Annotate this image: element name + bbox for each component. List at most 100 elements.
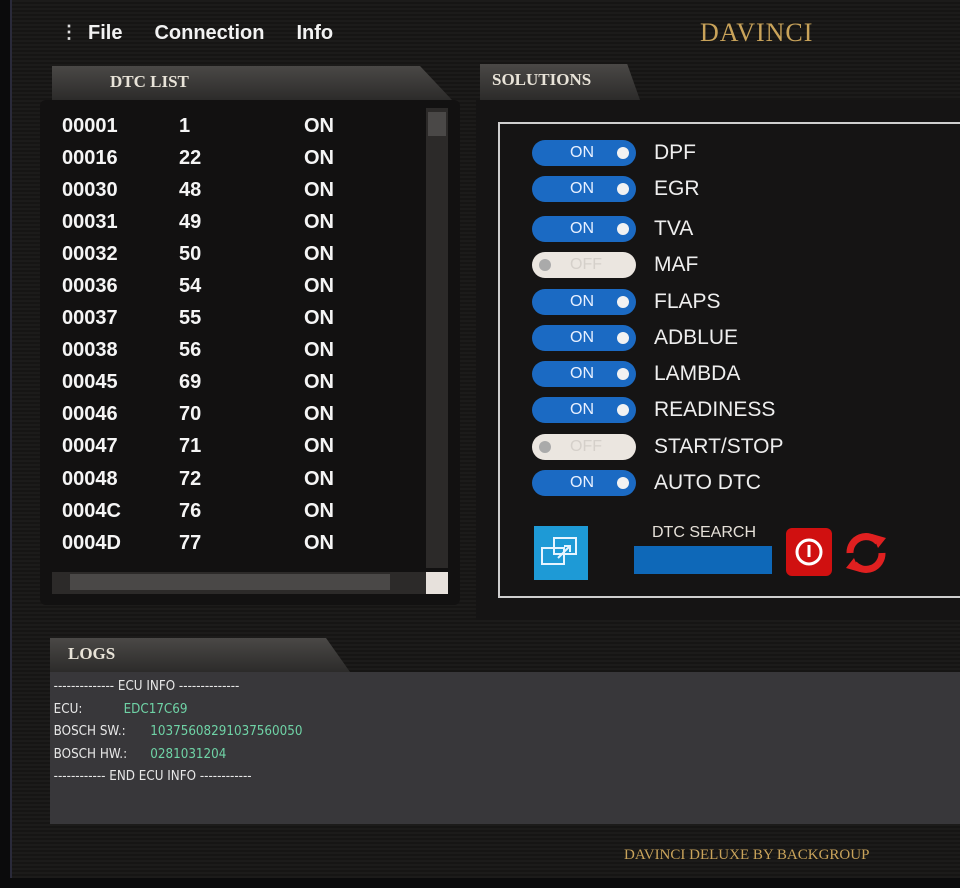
dtc-row[interactable]: 00016 22 ON [54, 142, 426, 174]
scroll-thumb[interactable] [70, 574, 390, 590]
menu-connection[interactable]: Connection [154, 22, 264, 45]
solution-label: AUTO DTC [654, 471, 761, 494]
dtc-number: 71 [179, 435, 202, 458]
solution-label: DPF [654, 141, 696, 164]
dtc-state: ON [304, 114, 334, 137]
dtc-code: 0004D [62, 531, 121, 554]
solution-toggle[interactable]: ON [532, 216, 636, 242]
log-footer: ------------ END ECU INFO ------------ [53, 769, 252, 784]
solution-toggle[interactable]: OFF [532, 434, 636, 460]
dtc-state: ON [304, 210, 334, 233]
solutions-header: SOLUTIONS [480, 64, 640, 100]
solution-toggle[interactable]: ON [532, 140, 636, 166]
solution-toggle[interactable]: OFF [532, 252, 636, 278]
dtc-code: 00036 [62, 275, 118, 298]
dtc-row[interactable]: 00038 56 ON [54, 335, 426, 367]
dtc-state: ON [304, 307, 334, 330]
solution-toggle[interactable]: ON [532, 289, 636, 315]
dtc-row[interactable]: 00031 49 ON [54, 206, 426, 238]
dtc-row[interactable]: 00030 48 ON [54, 174, 426, 206]
dtc-row[interactable]: 0004D 77 ON [54, 527, 426, 559]
dtc-row[interactable]: 0004C 76 ON [54, 495, 426, 527]
menu-dots-icon[interactable]: ⋮ [60, 22, 78, 45]
dtc-row[interactable]: 00048 72 ON [54, 463, 426, 495]
dtc-state: ON [304, 531, 334, 554]
dtc-code: 00001 [62, 114, 118, 137]
dtc-code: 0004C [62, 499, 121, 522]
solution-item: ON EGR [532, 176, 700, 202]
scroll-corner [426, 572, 448, 594]
power-button[interactable] [786, 528, 832, 576]
solution-item: ON TVA [532, 216, 693, 242]
hw-label: BOSCH HW.: [53, 746, 128, 762]
dtc-state: ON [304, 403, 334, 426]
solution-item: ON DPF [532, 140, 696, 166]
menu-info[interactable]: Info [296, 22, 333, 45]
solution-item: ON FLAPS [532, 289, 721, 315]
dtc-row[interactable]: 00046 70 ON [54, 399, 426, 431]
dtc-row[interactable]: 00036 54 ON [54, 270, 426, 302]
window-restore-icon [541, 537, 577, 565]
solution-item: ON AUTO DTC [532, 470, 761, 496]
dtc-number: 69 [179, 371, 202, 394]
dtc-row[interactable]: 00037 55 ON [54, 303, 426, 335]
dtc-number: 72 [179, 467, 202, 490]
dtc-state: ON [304, 275, 334, 298]
dtc-state: ON [304, 467, 334, 490]
dtc-number: 56 [179, 339, 202, 362]
dtc-state: ON [304, 371, 334, 394]
solution-item: ON READINESS [532, 397, 775, 423]
solution-toggle[interactable]: ON [532, 397, 636, 423]
logs-header: LOGS [50, 638, 350, 672]
solution-toggle[interactable]: ON [532, 176, 636, 202]
sw-label: BOSCH SW.: [53, 724, 126, 739]
menu-file[interactable]: File [88, 22, 122, 45]
horizontal-scrollbar[interactable] [52, 572, 426, 594]
dtc-list[interactable]: 00001 1 ON 00016 22 ON 00030 48 ON 00031 49 ON 00032… [54, 110, 426, 570]
solution-label: START/STOP [654, 435, 784, 458]
solution-label: READINESS [654, 398, 776, 421]
solution-item: ON LAMBDA [532, 361, 740, 387]
dtc-state: ON [304, 242, 334, 265]
hw-value: 0281031204 [150, 746, 227, 762]
dtc-number: 49 [179, 210, 202, 233]
dtc-number: 54 [179, 275, 202, 298]
solution-label: FLAPS [654, 290, 721, 313]
dtc-number: 48 [179, 178, 202, 201]
dtc-code: 00048 [62, 467, 118, 490]
scroll-up-button[interactable] [428, 112, 446, 136]
solution-toggle[interactable]: ON [532, 470, 636, 496]
solutions-panel: DTC SEARCH ON DPF ON EGR ON TVA OFF MAF ON FLAPS O… [476, 100, 960, 620]
vertical-scrollbar[interactable] [426, 108, 448, 568]
dtc-row[interactable]: 00001 1 ON [54, 110, 426, 142]
dtc-row[interactable]: 00032 50 ON [54, 238, 426, 270]
brand-logo: DAVINCI [700, 18, 814, 47]
solution-item: OFF MAF [532, 252, 698, 278]
window-restore-button[interactable] [534, 526, 588, 580]
dtc-code: 00037 [62, 307, 118, 330]
dtc-row[interactable]: 00047 71 ON [54, 431, 426, 463]
menu-bar: ⋮ File Connection Info [60, 22, 333, 45]
solution-toggle[interactable]: ON [532, 361, 636, 387]
dtc-number: 50 [179, 242, 202, 265]
logs-panel: -------------- ECU INFO -------------- E… [50, 672, 960, 824]
solution-label: TVA [654, 217, 694, 240]
dtc-code: 00030 [62, 178, 118, 201]
refresh-button[interactable] [842, 528, 890, 583]
ecu-value: EDC17C69 [123, 701, 188, 717]
log-header: -------------- ECU INFO -------------- [53, 679, 240, 694]
refresh-icon [846, 533, 886, 573]
solution-toggle[interactable]: ON [532, 325, 636, 351]
solution-item: ON ADBLUE [532, 325, 738, 351]
solution-label: EGR [654, 177, 700, 200]
dtc-code: 00038 [62, 339, 118, 362]
dtc-code: 00016 [62, 146, 118, 169]
dtc-search-input[interactable] [634, 546, 772, 574]
dtc-row[interactable]: 00045 69 ON [54, 367, 426, 399]
sw-value: 1037560829103756005​0 [150, 724, 303, 739]
dtc-code: 00046 [62, 403, 118, 426]
dtc-state: ON [304, 435, 334, 458]
power-icon [795, 538, 823, 566]
dtc-code: 00047 [62, 435, 118, 458]
dtc-code: 00032 [62, 242, 118, 265]
